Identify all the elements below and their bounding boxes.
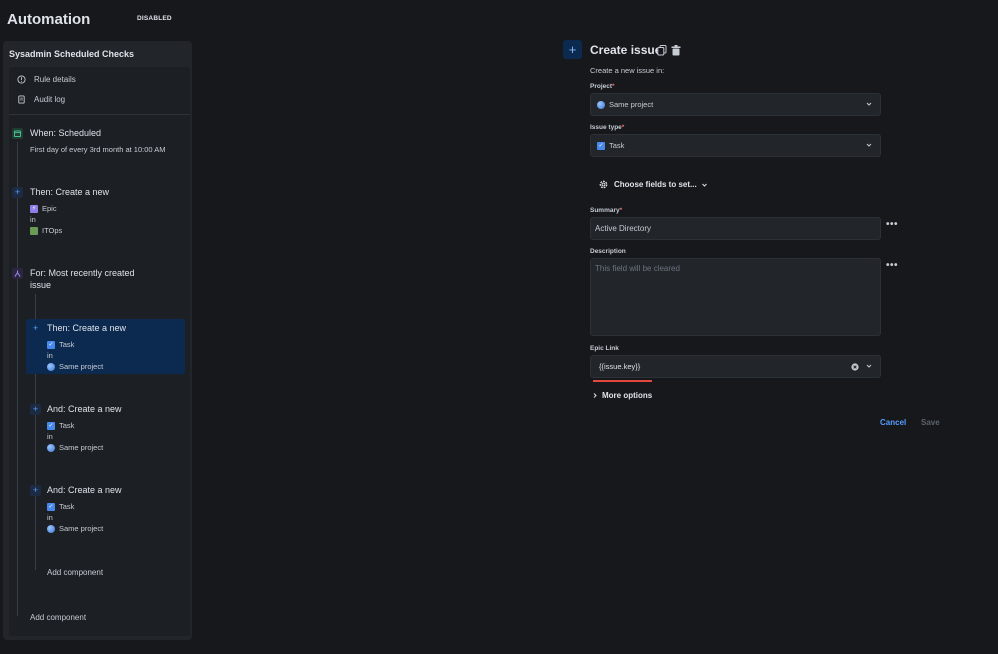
chevron-down-icon: [701, 183, 707, 187]
action-type-icon: +: [563, 40, 582, 59]
project-name: Same project: [59, 362, 104, 371]
project-name: ITOps: [42, 226, 63, 235]
project-select[interactable]: Same project: [590, 93, 881, 116]
project-row: Same project: [47, 362, 103, 371]
gear-icon: [598, 179, 609, 190]
globe-icon: [597, 100, 605, 109]
epic-link-label: Epic Link: [590, 345, 619, 352]
description-more-icon[interactable]: •••: [886, 260, 898, 271]
branch-icon: [12, 268, 23, 279]
checkbox-task-icon: ✓: [597, 141, 605, 150]
sub-action-title[interactable]: Then: Create a new: [47, 323, 126, 333]
project-label: Project*: [590, 83, 615, 90]
plus-icon: +: [12, 187, 23, 198]
globe-icon: [47, 443, 55, 452]
divider: [9, 114, 190, 115]
issue-type-row: ✓ Task: [47, 502, 74, 511]
sub-action-title[interactable]: And: Create a new: [47, 485, 122, 495]
chevron-down-icon: [866, 143, 872, 147]
sub-action-title[interactable]: And: Create a new: [47, 404, 122, 414]
clear-icon[interactable]: [851, 363, 859, 371]
status-badge: DISABLED: [137, 15, 172, 22]
add-component-branch[interactable]: Add component: [47, 568, 103, 577]
issue-type: Task: [59, 340, 75, 349]
project-name: Same project: [59, 524, 104, 533]
globe-icon: [47, 524, 55, 533]
app-title: Automation: [7, 11, 91, 28]
plus-icon: +: [30, 485, 41, 496]
epic-icon: ⚡: [30, 204, 38, 213]
menu-audit-log[interactable]: Audit log: [17, 95, 65, 104]
header: Automation: [7, 11, 90, 28]
add-component[interactable]: Add component: [30, 613, 86, 622]
in-label: in: [47, 432, 53, 441]
project-select-value: Same project: [609, 100, 654, 109]
document-icon: [17, 95, 26, 104]
summary-more-icon[interactable]: •••: [886, 219, 898, 230]
menu-label: Audit log: [34, 95, 66, 104]
connector-line: [17, 142, 18, 616]
form-subtitle: Create a new issue in:: [590, 66, 665, 75]
issue-type-row: ✓ Task: [47, 421, 74, 430]
form-title: Create issue: [590, 43, 662, 57]
issue-type-select-value: Task: [609, 141, 625, 150]
choose-fields-label: Choose fields to set...: [614, 180, 697, 189]
issue-type-row: ⚡ Epic: [30, 204, 57, 213]
spellcheck-underline: [593, 380, 652, 382]
project-avatar-icon: [30, 226, 38, 235]
issue-type: Epic: [42, 204, 57, 213]
checkbox-task-icon: ✓: [47, 502, 55, 511]
more-options-label: More options: [602, 391, 653, 400]
trigger-title[interactable]: When: Scheduled: [30, 128, 101, 138]
checkbox-task-icon: ✓: [47, 421, 55, 430]
issue-type-row: ✓ Task: [47, 340, 74, 349]
project-row: Same project: [47, 524, 103, 533]
branch-title-line2[interactable]: issue: [30, 280, 51, 290]
project-row: ITOps: [30, 226, 62, 235]
branch-title-line1[interactable]: For: Most recently created: [30, 268, 135, 278]
cancel-button[interactable]: Cancel: [880, 418, 906, 427]
action-title[interactable]: Then: Create a new: [30, 187, 109, 197]
globe-icon: [47, 362, 55, 371]
project-row: Same project: [47, 443, 103, 452]
summary-field[interactable]: Active Directory: [590, 217, 881, 240]
form-actions: [657, 43, 681, 61]
in-label: in: [47, 513, 53, 522]
chevron-down-icon: [866, 102, 872, 106]
trash-icon[interactable]: [671, 43, 681, 61]
issue-type: Task: [59, 421, 75, 430]
in-label: in: [47, 351, 53, 360]
more-options-toggle[interactable]: More options: [592, 391, 652, 400]
description-label: Description: [590, 248, 626, 255]
chevron-down-icon: [866, 364, 872, 368]
choose-fields-button[interactable]: Choose fields to set...: [598, 179, 708, 190]
checkbox-task-icon: ✓: [47, 340, 55, 349]
calendar-icon: [12, 128, 23, 139]
copy-icon[interactable]: [657, 43, 667, 61]
menu-label: Rule details: [34, 75, 76, 84]
plus-icon: +: [30, 404, 41, 415]
rule-name: Sysadmin Scheduled Checks: [9, 49, 135, 59]
save-button[interactable]: Save: [921, 418, 940, 427]
trigger-detail: First day of every 3rd month at 10:00 AM: [30, 145, 166, 154]
info-icon: [17, 75, 26, 84]
project-name: Same project: [59, 443, 104, 452]
epic-link-select[interactable]: {{issue.key}}: [590, 355, 881, 378]
menu-rule-details[interactable]: Rule details: [17, 75, 76, 84]
chevron-right-icon: [593, 393, 597, 398]
in-label: in: [30, 215, 36, 224]
issue-type-label: Issue type*: [590, 124, 625, 131]
summary-label: Summary*: [590, 207, 623, 214]
issue-type-select[interactable]: ✓ Task: [590, 134, 881, 157]
epic-link-value: {{issue.key}}: [599, 362, 641, 371]
description-field[interactable]: This field will be cleared: [590, 258, 881, 336]
issue-type: Task: [59, 502, 75, 511]
plus-icon: +: [32, 323, 39, 333]
